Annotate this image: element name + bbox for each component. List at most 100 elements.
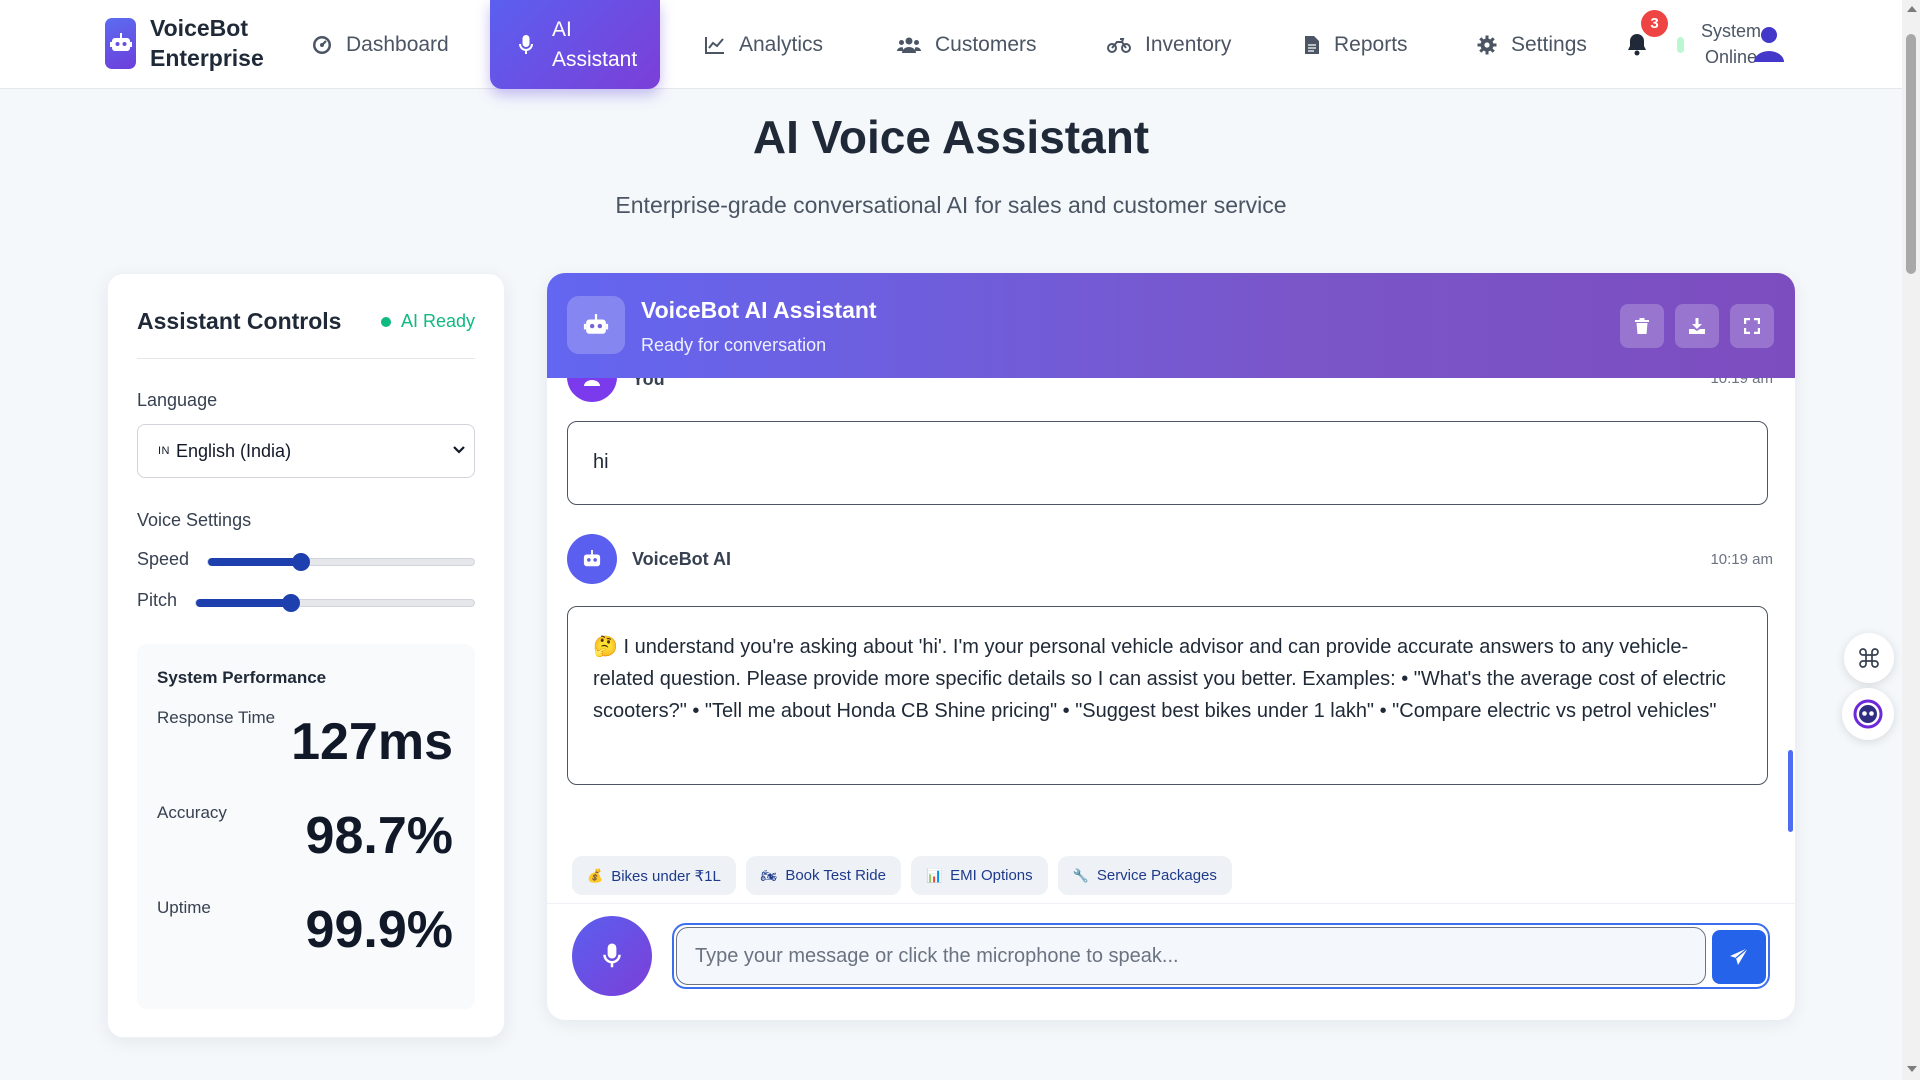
microphone-icon (519, 34, 533, 54)
status-indicator (1677, 37, 1684, 53)
chat-header: VoiceBot AI Assistant Ready for conversa… (547, 273, 1795, 378)
user-message-text: hi (593, 451, 609, 473)
uptime-label: Uptime (157, 898, 211, 917)
nav-dashboard[interactable]: Dashboard (312, 0, 449, 89)
user-avatar-icon[interactable] (1752, 26, 1786, 64)
user-sender-name: You (632, 378, 665, 389)
brand-name-line2: Enterprise (150, 45, 264, 71)
chat-title: VoiceBot AI Assistant (641, 297, 877, 323)
quick-reply-label: Book Test Ride (785, 867, 886, 884)
chat-panel: VoiceBot AI Assistant Ready for conversa… (547, 273, 1795, 1020)
user-message-time: 10:19 am (1710, 378, 1773, 387)
bot-sender-name: VoiceBot AI (632, 549, 732, 569)
scroll-down-arrow-icon[interactable] (1907, 1066, 1917, 1072)
quick-reply-book-test-ride[interactable]: 🏍 Book Test Ride (745, 856, 901, 895)
download-chat-button[interactable] (1675, 304, 1719, 348)
users-icon (897, 37, 921, 53)
download-icon (1689, 318, 1705, 334)
chat-scrollbar[interactable] (1788, 750, 1793, 832)
line-chart-icon (705, 36, 724, 54)
pitch-slider-thumb[interactable] (281, 594, 300, 612)
quick-reply-emi-options[interactable]: 📊 EMI Options (910, 856, 1048, 895)
robot-icon (583, 550, 601, 567)
nav-reports-label: Reports (1334, 32, 1408, 56)
bot-message-text: 🤔 I understand you're asking about 'hi'.… (593, 636, 1726, 722)
quick-reply-label: EMI Options (950, 867, 1033, 884)
fullscreen-button[interactable] (1730, 304, 1774, 348)
nav-analytics-label: Analytics (739, 32, 824, 56)
quick-reply-label: Service Packages (1096, 867, 1217, 884)
ai-ready-status: AI Ready (381, 311, 475, 332)
accuracy-label: Accuracy (157, 803, 227, 822)
scrollbar-thumb[interactable] (1906, 34, 1916, 274)
page-title: AI Voice Assistant (752, 111, 1150, 163)
nav-customers-label: Customers (935, 32, 1037, 56)
bar-chart-icon: 📊 (925, 867, 943, 883)
user-avatar (567, 378, 617, 402)
quick-reply-label: Bikes under ₹1L (611, 867, 721, 885)
microphone-button[interactable] (572, 916, 652, 996)
page-subtitle: Enterprise-grade conversational AI for s… (615, 192, 1287, 218)
brand[interactable]: VoiceBot Enterprise (105, 13, 280, 73)
wrench-icon: 🔧 (1072, 867, 1089, 883)
scroll-up-arrow-icon[interactable] (1907, 6, 1917, 12)
robot-logo-icon (105, 17, 136, 69)
uptime-value: 99.9% (305, 901, 453, 959)
motorcycle-icon: 🏍 (760, 867, 778, 883)
command-key-icon (1859, 648, 1879, 668)
motorcycle-icon (1107, 37, 1131, 53)
message-input[interactable] (676, 927, 1706, 985)
user-message-bubble: hi (567, 421, 1768, 505)
money-bag-icon: 💰 (587, 867, 604, 883)
pitch-label: Pitch (137, 590, 178, 610)
gear-icon (1477, 35, 1497, 54)
command-shortcut-button[interactable] (1844, 633, 1894, 683)
controls-title: Assistant Controls (137, 308, 342, 334)
message-list: You 10:19 am hi VoiceBot AI 10:19 am 🤔 I… (547, 378, 1795, 904)
brand-name-line1: VoiceBot (150, 15, 248, 41)
system-performance-card: System Performance Response Time 127ms A… (137, 644, 475, 1009)
bot-avatar (567, 534, 617, 584)
document-icon (1305, 35, 1319, 54)
assistant-face-icon (1853, 699, 1883, 729)
quick-reply-bikes-under-1l[interactable]: 💰 Bikes under ₹1L (572, 856, 736, 895)
bot-message-time: 10:19 am (1710, 551, 1773, 568)
bell-icon[interactable] (1626, 32, 1648, 56)
accuracy-value: 98.7% (305, 807, 453, 865)
assistant-widget-button[interactable] (1842, 688, 1894, 740)
flag-icon: IN (158, 445, 170, 457)
microphone-icon (603, 943, 621, 968)
pitch-slider[interactable] (195, 594, 475, 612)
voice-settings-label: Voice Settings (137, 510, 252, 530)
nav-inventory-label: Inventory (1145, 32, 1232, 56)
paper-plane-icon (1730, 947, 1749, 965)
language-select[interactable]: IN English (India) (137, 424, 475, 478)
chat-subtitle: Ready for conversation (641, 335, 827, 355)
nav-customers[interactable]: Customers (897, 0, 1037, 89)
nav-ai-assistant[interactable]: AI Assistant (490, 0, 660, 89)
send-button[interactable] (1712, 930, 1766, 984)
nav-dashboard-label: Dashboard (346, 32, 449, 56)
gauge-icon (313, 35, 331, 54)
quick-reply-service-packages[interactable]: 🔧 Service Packages (1057, 856, 1232, 895)
clear-chat-button[interactable] (1620, 304, 1664, 348)
response-time-value: 127ms (291, 713, 453, 771)
nav-settings[interactable]: Settings (1477, 0, 1587, 89)
page-scrollbar[interactable] (1902, 0, 1920, 1080)
top-navbar: VoiceBot Enterprise Dashboard AI Assista… (0, 0, 1902, 89)
speed-slider[interactable] (207, 553, 475, 571)
nav-ai-assistant-label: AI Assistant (552, 17, 638, 71)
speed-slider-thumb[interactable] (292, 553, 311, 571)
language-value: English (India) (176, 440, 292, 461)
trash-icon (1635, 318, 1649, 334)
nav-reports[interactable]: Reports (1304, 0, 1408, 89)
ai-ready-label: AI Ready (401, 311, 476, 331)
nav-analytics[interactable]: Analytics (705, 0, 823, 89)
nav-inventory[interactable]: Inventory (1107, 0, 1231, 89)
chevron-down-icon (453, 446, 465, 454)
quick-replies: 💰 Bikes under ₹1L 🏍 Book Test Ride 📊 EMI… (572, 856, 1232, 895)
bot-message-bubble: 🤔 I understand you're asking about 'hi'.… (567, 606, 1768, 785)
user-icon (584, 380, 600, 386)
performance-title: System Performance (157, 668, 327, 687)
notification-badge: 3 (1641, 10, 1668, 37)
